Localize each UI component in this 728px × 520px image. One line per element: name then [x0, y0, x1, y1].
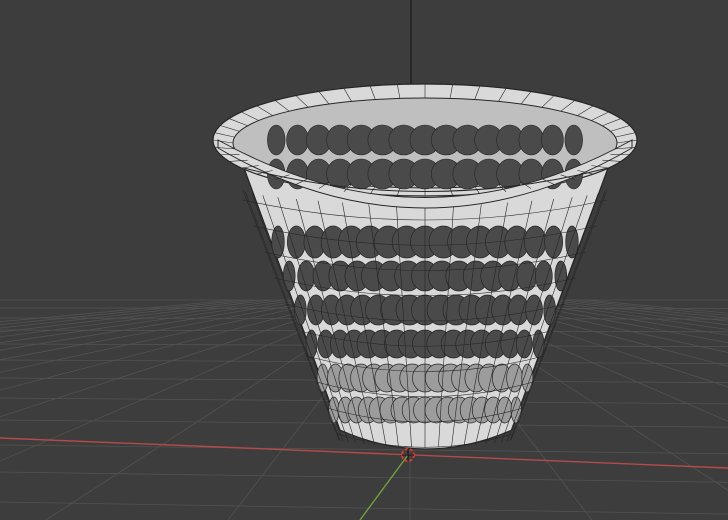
grid-line	[0, 299, 310, 351]
inner-hole	[267, 124, 286, 156]
grid-line	[0, 299, 297, 344]
grid-line	[0, 299, 348, 391]
grid-line	[561, 299, 728, 319]
outer-hole	[282, 260, 296, 292]
viewport-canvas[interactable]	[0, 0, 728, 520]
outer-hole	[305, 329, 318, 359]
outer-hole	[294, 294, 307, 326]
y-axis-line	[359, 454, 409, 520]
outer-hole	[543, 294, 556, 326]
outer-hole	[532, 329, 545, 359]
inner-hole	[541, 124, 564, 156]
grid-line	[535, 299, 728, 326]
outer-hole	[554, 260, 568, 292]
grid-line	[0, 299, 335, 373]
outer-hole	[286, 225, 306, 259]
outer-hole	[524, 225, 547, 259]
grid-line	[573, 299, 728, 316]
grid-line	[586, 299, 728, 314]
3d-cursor-icon[interactable]	[401, 448, 415, 462]
inner-hole	[286, 124, 309, 156]
3d-viewport[interactable]	[0, 0, 728, 520]
outer-hole	[544, 225, 564, 259]
outer-hole	[516, 329, 533, 359]
grid-line	[0, 299, 272, 333]
grid-line	[0, 471, 728, 483]
grid-line	[0, 299, 234, 323]
grid-line	[0, 299, 247, 325]
inner-hole	[518, 124, 544, 156]
wastebasket-mesh[interactable]	[212, 83, 638, 450]
grid-line	[0, 501, 728, 515]
grid-line	[523, 299, 728, 330]
inner-hole	[564, 124, 583, 156]
grid-line	[0, 299, 322, 361]
